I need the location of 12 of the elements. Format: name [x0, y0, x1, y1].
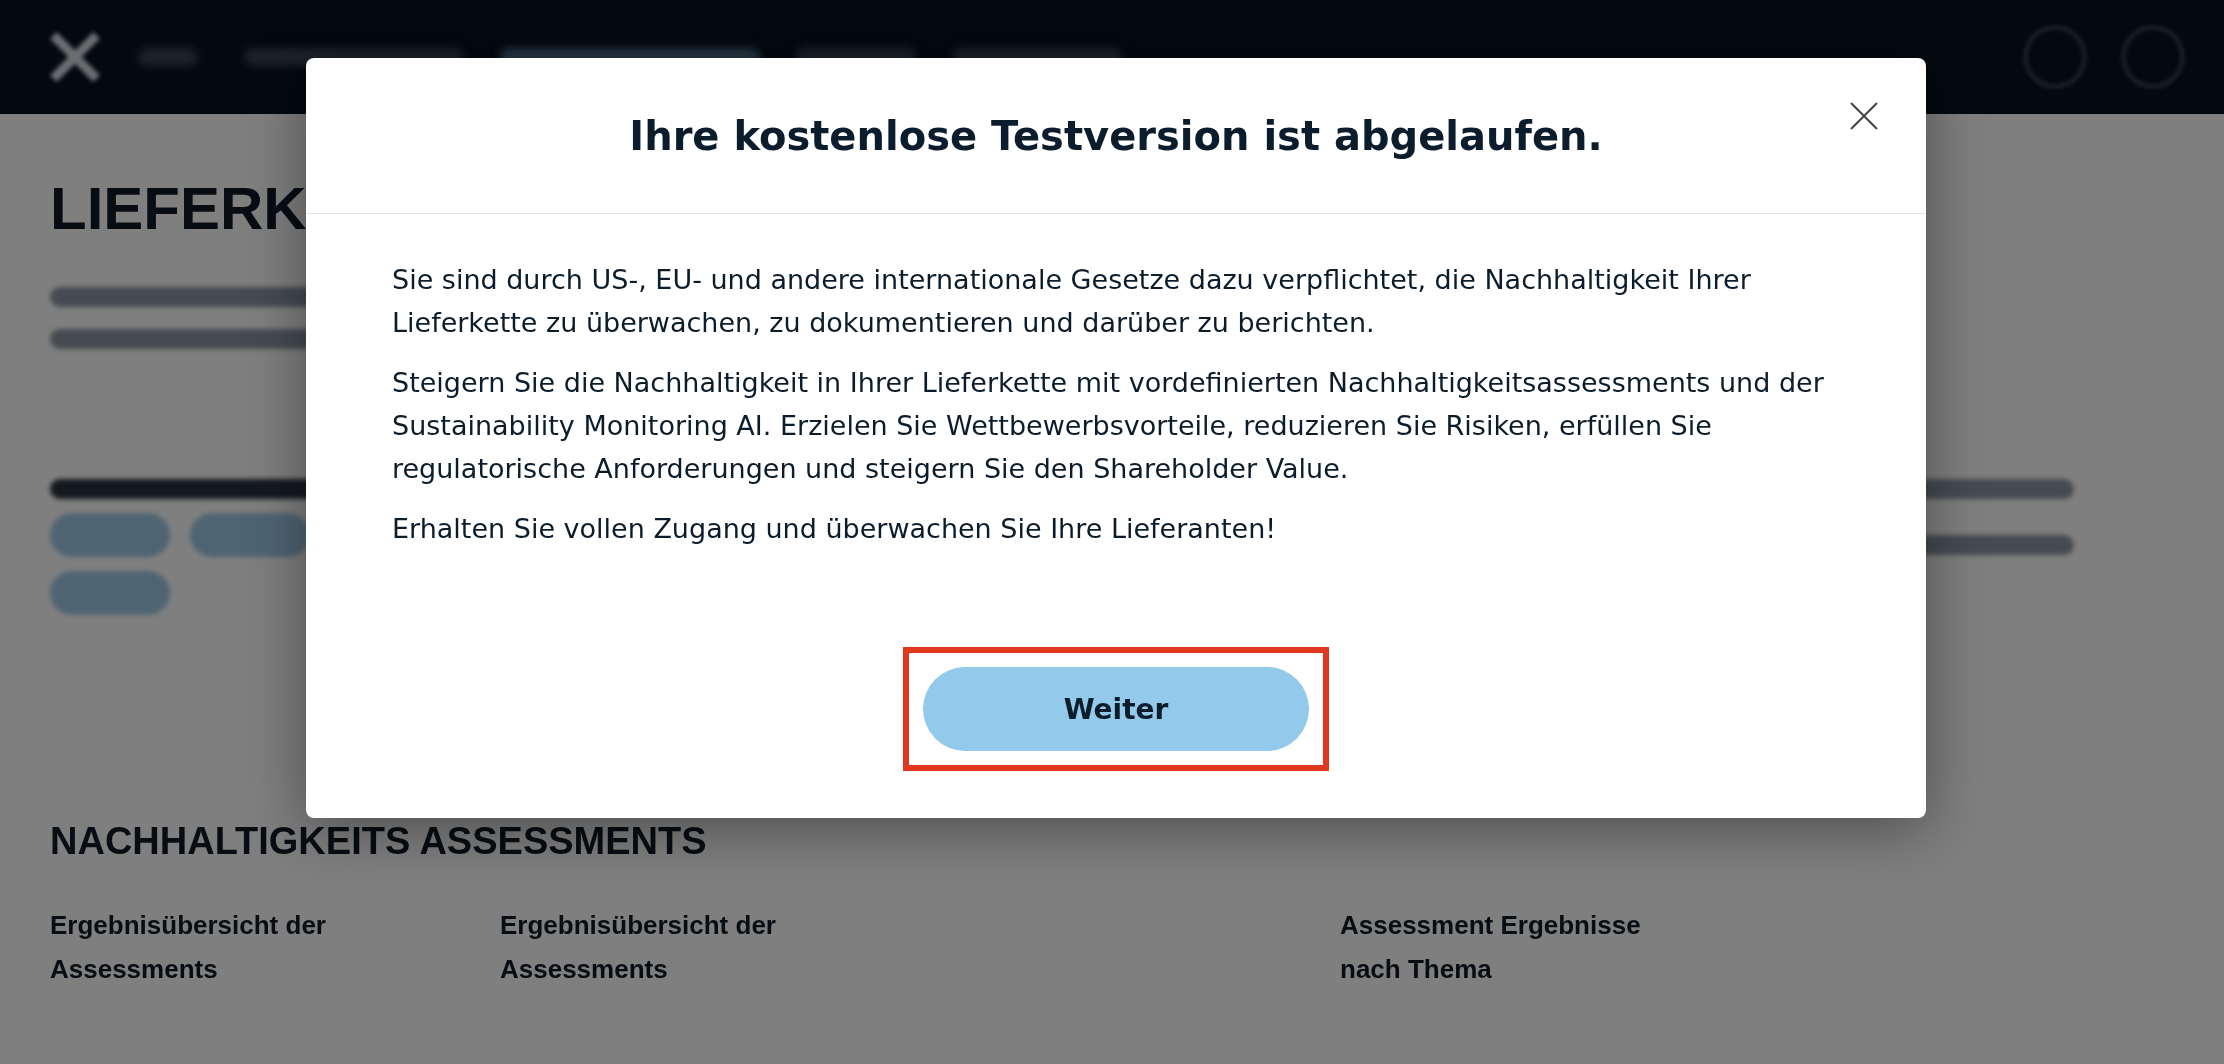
- column-title: Ergebnisübersicht der Assessments: [500, 909, 777, 986]
- column-title: Assessment Ergebnisse nach Thema: [1340, 909, 1642, 986]
- page-heading: LIEFERK: [50, 174, 308, 243]
- continue-button[interactable]: Weiter: [923, 667, 1309, 751]
- column-title: Ergebnisübersicht der Assessments: [50, 909, 327, 986]
- dialog-paragraph: Sie sind durch US-, EU- und andere internationale Gesetze dazu verpflichtet, die Nachhaltigkeit Ihrer Lieferkette zu überwachen, zu dokumentieren und darüber zu berichten.: [392, 263, 1752, 340]
- dialog-paragraph: Erhalten Sie vollen Zugang und überwachen Sie Ihre Lieferanten!: [392, 512, 1278, 546]
- dialog-paragraph: Steigern Sie die Nachhaltigkeit in Ihrer Lieferkette mit vordefinierten Nachhaltigkeitsassessments und der Sustainability Monitoring AI. Erzielen Sie Wettbewerbsvorteile, reduzieren Sie Risiken, erfüllen Sie regulatorische Anforderungen und steigern Sie den Shareholder Value.: [392, 366, 1825, 486]
- blurred-logo-text: [138, 48, 198, 66]
- dialog-title: Ihre kostenlose Testversion ist abgelaufen.: [629, 112, 1603, 159]
- section-title: NACHHALTIGKEITS ASSESSMENTS: [50, 820, 708, 863]
- logo-icon: [48, 30, 102, 84]
